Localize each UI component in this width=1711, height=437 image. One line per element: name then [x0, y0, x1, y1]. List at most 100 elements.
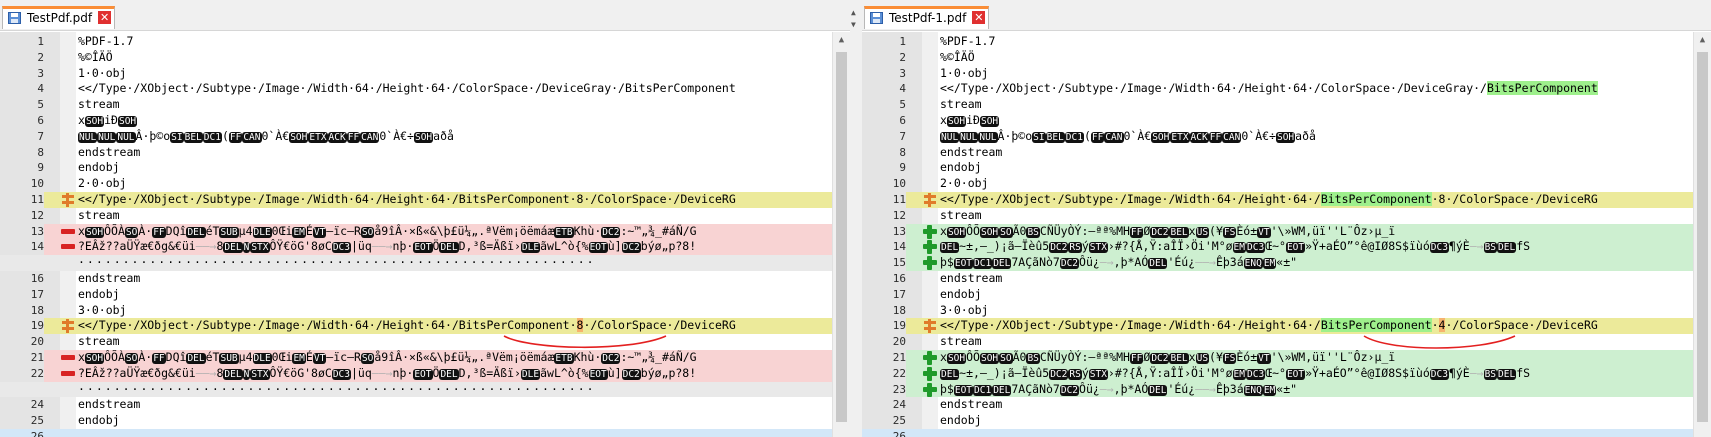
code-line[interactable]: ········································… [0, 381, 833, 398]
tab-label: TestPdf.pdf [27, 11, 93, 25]
code-line[interactable]: 2 %©ÎÄÖ [862, 50, 1694, 66]
control-char: SO [999, 226, 1013, 238]
code-line[interactable]: 4 <</Type·/XObject·/Subtype·/Image·/Width… [862, 81, 1694, 97]
code-line[interactable]: 6 xSOHiÐSOH [862, 113, 1694, 129]
code-line[interactable]: 21 xSOHÔÕSOH SOÃ0BSCÑÜyÒÝ:—ªª%MHFFØDC2 BELx… [862, 350, 1694, 366]
code-line[interactable]: 16 endstream [862, 271, 1694, 287]
code-line[interactable]: 26 [862, 429, 1694, 437]
code-line[interactable]: 19 <</Type·/XObject·/Subtype·/Image·/Widt… [0, 318, 833, 335]
control-char: BEL [1169, 353, 1189, 364]
code-line[interactable]: 18 3·0·obj [862, 303, 1694, 319]
code-line[interactable]: 12 stream [0, 208, 833, 224]
code-line[interactable]: 14 DEL~±,—_)¡ã—Ïèû5DC2 RSýSTX›#?{Å,Ÿ:aÎÏ›Ö… [862, 239, 1694, 256]
control-char: BS [1483, 242, 1498, 254]
code-line[interactable]: 10 2·0·obj [862, 176, 1694, 192]
text-segment: É [305, 350, 313, 364]
text-segment: 0`À€ [261, 128, 290, 143]
text-segment: x [940, 223, 947, 238]
line-text: 1·0·obj [78, 66, 126, 82]
tab-file[interactable]: TestPdf.pdf ✕ [2, 6, 116, 29]
code-line[interactable]: 25 endobj [862, 413, 1694, 429]
code-line[interactable]: 6 xSOHiÐSOH [0, 113, 833, 129]
code-line[interactable]: 17 endobj [862, 287, 1694, 303]
line-number: 2 [37, 50, 44, 64]
plus-icon [922, 224, 938, 240]
code-line[interactable]: 22 DEL~±,—_)¡ã—Ïèû5DC2 RSýSTX›#?{Å,Ÿ:aÎÏ›Ö… [862, 365, 1694, 382]
scroll-thumb[interactable] [836, 52, 847, 422]
vertical-scrollbar[interactable]: ▲ [1693, 32, 1711, 437]
code-line[interactable]: 7 NUL NUL NULÂ·þ©οSI BEL DC1(FF CAN0`À€SOH ETX A… [862, 129, 1694, 145]
line-text: 1·0·obj [940, 66, 988, 82]
line-text: <</Type·/XObject·/Subtype·/Image·/Width·… [940, 318, 1598, 334]
code-line[interactable]: 11 <</Type·/XObject·/Subtype·/Image·/Widt… [862, 192, 1694, 208]
scroll-up-icon[interactable]: ▲ [833, 32, 850, 48]
scroll-up-icon[interactable]: ▲ [1694, 32, 1711, 48]
text-segment: 3·0·obj [940, 302, 989, 317]
code-line[interactable]: 3 1·0·obj [0, 66, 833, 82]
text-segment: 2·0·obj [78, 176, 127, 191]
line-number: 11 [0, 192, 44, 208]
text-segment: fS [1516, 365, 1531, 380]
line-text: <</Type·/XObject·/Subtype·/Image·/Width·… [78, 192, 736, 208]
code-line[interactable]: 8 endstream [862, 145, 1694, 161]
code-line[interactable]: 16 endstream [0, 271, 833, 287]
code-line[interactable]: 9 endobj [0, 160, 833, 176]
line-text: stream [78, 97, 120, 113]
code-line[interactable]: 19 <</Type·/XObject·/Subtype·/Image·/Widt… [862, 318, 1694, 335]
code-line[interactable]: 24 endstream [862, 397, 1694, 413]
editor-left[interactable]: 1 %PDF-1.7 2 %©ÎÄÖ 3 1·0·obj 4 <</Type·/XObject… [0, 32, 850, 437]
line-number: 13 [0, 223, 44, 240]
changed-line-icon [922, 192, 938, 208]
arrow-down-icon[interactable]: ▼ [851, 20, 856, 29]
text-segment: ?EÂž??aÜŸæ€ðg&€üi [78, 365, 196, 380]
close-icon[interactable]: ✕ [98, 11, 112, 24]
code-line[interactable]: 3 1·0·obj [862, 66, 1694, 82]
code-line[interactable]: 26 [0, 429, 833, 437]
text-segment: iÐ [966, 113, 980, 127]
editor-right[interactable]: 1 %PDF-1.7 2 %©ÎÄÖ 3 1·0·obj 4 <</Type·/XObject… [862, 32, 1711, 437]
control-char: DEL [1497, 368, 1517, 380]
code-line[interactable]: 2 %©ÎÄÖ [0, 50, 833, 66]
code-line[interactable]: 25 endobj [0, 413, 833, 429]
control-char: EM [1262, 258, 1277, 270]
code-line[interactable]: 4 <</Type·/XObject·/Subtype·/Image·/Width… [0, 81, 833, 97]
code-line[interactable]: 1 %PDF-1.7 [862, 34, 1694, 50]
code-line[interactable]: 7 NUL NUL NULÂ·þ©οSI BEL DC1(FF CAN0`À€SOH ETX A… [0, 129, 833, 145]
tab-label: TestPdf-1.pdf [889, 11, 967, 25]
scroll-thumb[interactable] [1697, 52, 1708, 422]
arrow-up-icon[interactable]: ▲ [851, 8, 856, 17]
code-line[interactable]: 1 %PDF-1.7 [0, 34, 833, 50]
code-line[interactable]: 5 stream [862, 97, 1694, 113]
code-line[interactable]: 20 stream [862, 334, 1694, 350]
code-line[interactable]: 8 endstream [0, 145, 833, 161]
vertical-scrollbar[interactable]: ▲ [832, 32, 850, 437]
code-line[interactable]: 13 xSOHÔÕÀSOÀ·FFDQîDELéTSUBµ4DLE0ŒiEMÉVT—… [0, 223, 833, 241]
code-line[interactable]: 18 3·0·obj [0, 303, 833, 319]
code-line[interactable]: 14 ?EÂž??aÜŸæ€ðg&€üi——→8DEL N STXÔŸ€öG'8øCD… [0, 239, 833, 256]
line-number: 24 [30, 398, 44, 412]
code-line[interactable]: 10 2·0·obj [0, 176, 833, 192]
text-segment: Â·þ©ο [135, 128, 171, 143]
control-char: DEL [940, 368, 960, 380]
code-line[interactable]: 12 stream [862, 208, 1694, 224]
code-line[interactable]: 11 <</Type·/XObject·/Subtype·/Image·/Widt… [0, 192, 833, 208]
code-line[interactable]: ········································… [0, 255, 833, 271]
code-line[interactable]: 15 þ$EOT DC1 DEL7AÇãNò7DC2Ôü¿—→,þ*AÓDEL'Éú¿… [862, 255, 1694, 271]
code-line[interactable]: 22 ?EÂž??aÜŸæ€ðg&€üi——→8DEL N STXÔŸ€öG'8øCD… [0, 365, 833, 382]
text-segment: %©ÎÄÖ [78, 49, 113, 64]
tab-file[interactable]: TestPdf-1.pdf ✕ [864, 6, 990, 29]
text-segment: ÔŸ€öG'8øC [269, 239, 332, 254]
text-segment: 7AÇãNò7 [1011, 255, 1060, 270]
pane-divider[interactable]: ▲ ▼ [850, 0, 862, 437]
code-line[interactable]: 20 stream [0, 334, 833, 350]
code-line[interactable]: 21 xSOHÔÕÀSOÀ·FFDQîDELéTSUBµ4DLE0ŒiEMÉVT—… [0, 350, 833, 366]
code-line[interactable]: 13 xSOHÔÕSOH SOÃ0BSCÑÜyÒÝ:—ªª%MHFFØDC2 BELx… [862, 223, 1694, 240]
code-line[interactable]: 24 endstream [0, 397, 833, 413]
code-line[interactable]: 23 þ$EOT DC1 DEL7AÇãNò7DC2Ôü¿—→,þ*AÓDEL'Éú¿… [862, 381, 1694, 398]
close-icon[interactable]: ✕ [972, 11, 986, 24]
code-line[interactable]: 17 endobj [0, 287, 833, 303]
code-line[interactable]: 5 stream [0, 97, 833, 113]
line-text: xSOHÔÕÀSOÀ·FFDQîDELéTSUBµ4DLE0ŒiEMÉVT—ïc… [78, 224, 697, 241]
text-segment: x [78, 350, 85, 364]
code-line[interactable]: 9 endobj [862, 160, 1694, 176]
